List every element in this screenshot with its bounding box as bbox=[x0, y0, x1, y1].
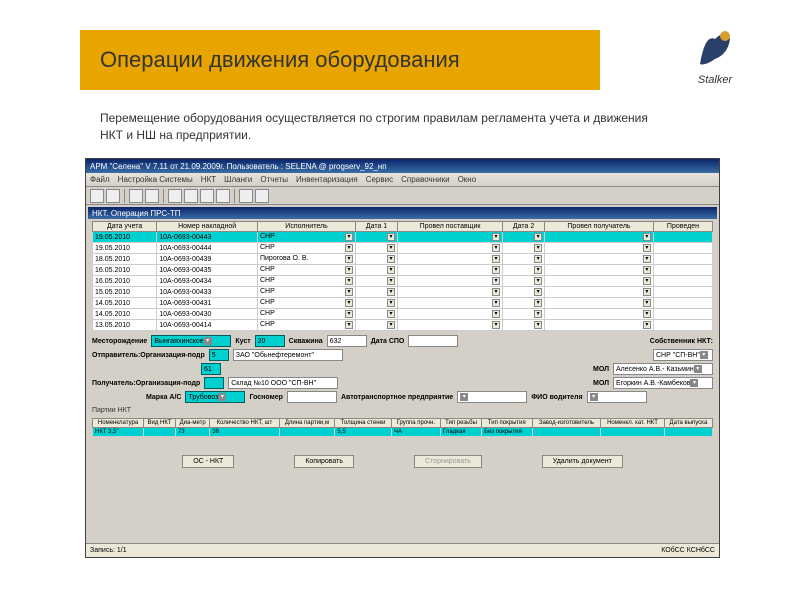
detail-grid[interactable]: НоменклатураВид НКТ Диа-метрКоличество Н… bbox=[92, 418, 713, 437]
gos-label: Госномер bbox=[249, 394, 282, 401]
menu-reports[interactable]: Отчеты bbox=[260, 175, 288, 184]
oc-nkt-button[interactable]: ОС - НКТ bbox=[182, 455, 234, 468]
menu-nkt[interactable]: НКТ bbox=[201, 175, 216, 184]
kust-input[interactable]: 20 bbox=[255, 335, 285, 347]
gos-input[interactable] bbox=[287, 391, 337, 403]
col-posted[interactable]: Проведен bbox=[653, 222, 712, 232]
child-titlebar: НКТ. Операция ПРС-ТП bbox=[88, 207, 717, 219]
group-label: Партии НКТ bbox=[92, 407, 713, 414]
detail-row[interactable]: НКТ 3,5"73 365,5 ЧАГладкаяБез покрытия bbox=[93, 428, 713, 437]
col-date[interactable]: Дата учета bbox=[93, 222, 157, 232]
atp-label: Автотранспортное предприятие bbox=[341, 394, 453, 401]
toolbar bbox=[86, 187, 719, 205]
help-icon[interactable] bbox=[255, 189, 269, 203]
table-row[interactable]: 18.05.201010А-0693-00439Пирогова О. В.▾▾… bbox=[93, 254, 713, 265]
marka-label: Марка А/С bbox=[146, 394, 181, 401]
kb-status: КОбСС КСНбСС bbox=[661, 547, 715, 554]
app-titlebar: АРМ "Селена" V 7.11 от 21.09.2009г. Поль… bbox=[86, 159, 719, 173]
col-date2[interactable]: Дата 2 bbox=[503, 222, 545, 232]
delete-button[interactable]: Удалить документ bbox=[542, 455, 623, 468]
org1-input[interactable]: ЗАО "Обьнефтеремонт" bbox=[233, 349, 343, 361]
table-row[interactable]: 15.05.201010А-0693-00433СНР▾▾▾▾▾ bbox=[93, 287, 713, 298]
otprav-input1[interactable]: 5 bbox=[209, 349, 229, 361]
slide-title: Операции движения оборудования bbox=[100, 47, 460, 73]
app-window: АРМ "Селена" V 7.11 от 21.09.2009г. Поль… bbox=[85, 158, 720, 558]
intro-text: Перемещение оборудования осуществляется … bbox=[100, 110, 660, 144]
table-row[interactable]: 14.05.201010А-0693-00430СНР▾▾▾▾▾ bbox=[93, 309, 713, 320]
button-row: ОС - НКТ Копировать Сторнировать Удалить… bbox=[86, 455, 719, 468]
otprav-input2[interactable]: 61 bbox=[201, 363, 221, 375]
fio-input[interactable]: ▾ bbox=[587, 391, 647, 403]
mol1-input[interactable]: Алесенко А.В.- Казьмин▾ bbox=[613, 363, 713, 375]
mol1-label: МОЛ bbox=[593, 366, 609, 373]
copy-button[interactable]: Копировать bbox=[294, 455, 354, 468]
kust-label: Куст bbox=[235, 338, 250, 345]
statusbar: Запись: 1/1 КОбСС КСНбСС bbox=[86, 543, 719, 557]
logo-text: Stalker bbox=[698, 74, 732, 86]
otprav-label: Отправитель:Организация-подр bbox=[92, 352, 205, 359]
mesto-input[interactable]: Вынгаяхинское▾ bbox=[151, 335, 231, 347]
first-icon[interactable] bbox=[168, 189, 182, 203]
sobstv-label: Собственник НКТ: bbox=[650, 338, 713, 345]
sobstv-input[interactable]: СНР "СП-ВН"▾ bbox=[653, 349, 713, 361]
table-row[interactable]: 16.05.201010А-0693-00435СНР▾▾▾▾▾ bbox=[93, 265, 713, 276]
menu-file[interactable]: Файл bbox=[90, 175, 110, 184]
skv-label: Скважина bbox=[289, 338, 323, 345]
print-icon[interactable] bbox=[106, 189, 120, 203]
mesto-label: Месторождение bbox=[92, 338, 147, 345]
storno-button[interactable]: Сторнировать bbox=[414, 455, 482, 468]
save-icon[interactable] bbox=[90, 189, 104, 203]
col-supplier[interactable]: Провел поставщик bbox=[398, 222, 503, 232]
menu-settings[interactable]: Настройка Системы bbox=[118, 175, 193, 184]
next-icon[interactable] bbox=[200, 189, 214, 203]
col-receiver[interactable]: Провел получатель bbox=[545, 222, 654, 232]
marka-input[interactable]: Трубовоз▾ bbox=[185, 391, 245, 403]
copy-icon[interactable] bbox=[145, 189, 159, 203]
last-icon[interactable] bbox=[216, 189, 230, 203]
menu-shlangi[interactable]: Шланги bbox=[224, 175, 252, 184]
spo-label: Дата СПО bbox=[371, 338, 405, 345]
form-area: Месторождение Вынгаяхинское▾ Куст 20 Скв… bbox=[92, 335, 713, 414]
mol2-input[interactable]: Егоркин А.В.-Камбеков▾ bbox=[613, 377, 713, 389]
mol2-label: МОЛ bbox=[593, 380, 609, 387]
table-row[interactable]: 14.05.201010А-0693-00431СНР▾▾▾▾▾ bbox=[93, 298, 713, 309]
table-row[interactable]: 16.05.201010А-0693-00434СНР▾▾▾▾▾ bbox=[93, 276, 713, 287]
menu-service[interactable]: Сервис bbox=[366, 175, 393, 184]
skv-input[interactable]: 632 bbox=[327, 335, 367, 347]
menu-spravochniki[interactable]: Справочники bbox=[401, 175, 449, 184]
table-row[interactable]: 19.05.201010А-0693-00443СНР▾▾▾▾▾ bbox=[93, 232, 713, 243]
col-executor[interactable]: Исполнитель bbox=[257, 222, 355, 232]
col-number[interactable]: Номер накладной bbox=[157, 222, 258, 232]
cut-icon[interactable] bbox=[129, 189, 143, 203]
menubar[interactable]: Файл Настройка Системы НКТ Шланги Отчеты… bbox=[86, 173, 719, 187]
spo-input[interactable] bbox=[408, 335, 458, 347]
chevron-down-icon: ▾ bbox=[204, 337, 212, 345]
prev-icon[interactable] bbox=[184, 189, 198, 203]
menu-inventory[interactable]: Инвентаризация bbox=[296, 175, 358, 184]
table-row[interactable]: 13.05.201010А-0693-00414СНР▾▾▾▾▾ bbox=[93, 320, 713, 331]
stalker-logo: Stalker bbox=[680, 20, 750, 90]
poluch-label: Получатель:Организация-подр bbox=[92, 380, 200, 387]
slide-title-bar: Операции движения оборудования bbox=[80, 30, 600, 90]
documents-grid[interactable]: Дата учета Номер накладной Исполнитель Д… bbox=[92, 221, 713, 331]
record-status: Запись: 1/1 bbox=[90, 547, 127, 554]
atp-input[interactable]: ▾ bbox=[457, 391, 527, 403]
poluch-input[interactable] bbox=[204, 377, 224, 389]
menu-window[interactable]: Окно bbox=[458, 175, 477, 184]
table-row[interactable]: 19.05.201010А-0693-00444СНР▾▾▾▾▾ bbox=[93, 243, 713, 254]
col-date1[interactable]: Дата 1 bbox=[356, 222, 398, 232]
disk-icon[interactable] bbox=[239, 189, 253, 203]
org2-input[interactable]: Склад №10 ООО "СП-ВН" bbox=[228, 377, 338, 389]
fio-label: ФИО водителя bbox=[531, 394, 582, 401]
